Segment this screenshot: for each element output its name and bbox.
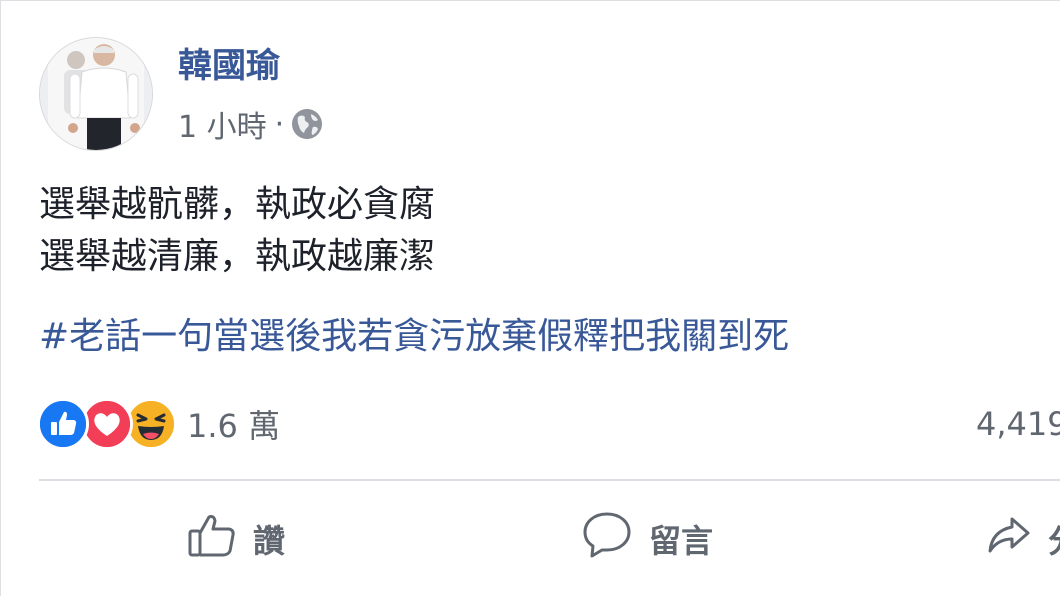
reactions-summary[interactable]: 1.6 萬 bbox=[37, 397, 280, 451]
meta-separator: · bbox=[274, 106, 285, 142]
post-text-line: 選舉越骯髒，執政必貪腐 bbox=[39, 184, 436, 225]
hashtag-link[interactable]: #老話一句當選後我若貪污放棄假釋把我關到死 bbox=[39, 311, 789, 363]
avatar[interactable] bbox=[39, 37, 153, 151]
comment-button[interactable]: 留言 bbox=[581, 511, 713, 567]
thumbs-up-icon bbox=[187, 511, 237, 567]
share-label: 分享 bbox=[1048, 516, 1060, 562]
post-body: 選舉越骯髒，執政必貪腐 選舉越清廉，執政越廉潔 bbox=[39, 179, 435, 283]
comment-bubble-icon bbox=[581, 510, 633, 568]
actions-divider bbox=[39, 479, 1060, 481]
like-label: 讚 bbox=[253, 522, 286, 560]
like-button[interactable]: 讚 bbox=[187, 511, 285, 567]
timestamp[interactable]: 1 小時 bbox=[178, 102, 267, 146]
post-card: 韓國瑜 1 小時 · 選舉越骯髒，執政必貪腐 選舉越清廉，執政越廉潔 #老話一句… bbox=[0, 0, 1060, 596]
globe-icon[interactable] bbox=[290, 107, 324, 141]
share-button[interactable]: 分享 bbox=[986, 511, 1060, 567]
share-arrow-icon bbox=[986, 513, 1032, 565]
comment-label: 留言 bbox=[649, 522, 714, 560]
avatar-photo bbox=[40, 38, 152, 150]
post-text-line: 選舉越清廉，執政越廉潔 bbox=[39, 236, 436, 277]
author-name[interactable]: 韓國瑜 bbox=[178, 43, 280, 89]
like-reaction-icon bbox=[37, 398, 89, 450]
post-meta: 1 小時 · bbox=[178, 102, 324, 146]
reaction-count: 1.6 萬 bbox=[187, 407, 281, 445]
comments-count[interactable]: 4,419 bbox=[976, 401, 1060, 447]
